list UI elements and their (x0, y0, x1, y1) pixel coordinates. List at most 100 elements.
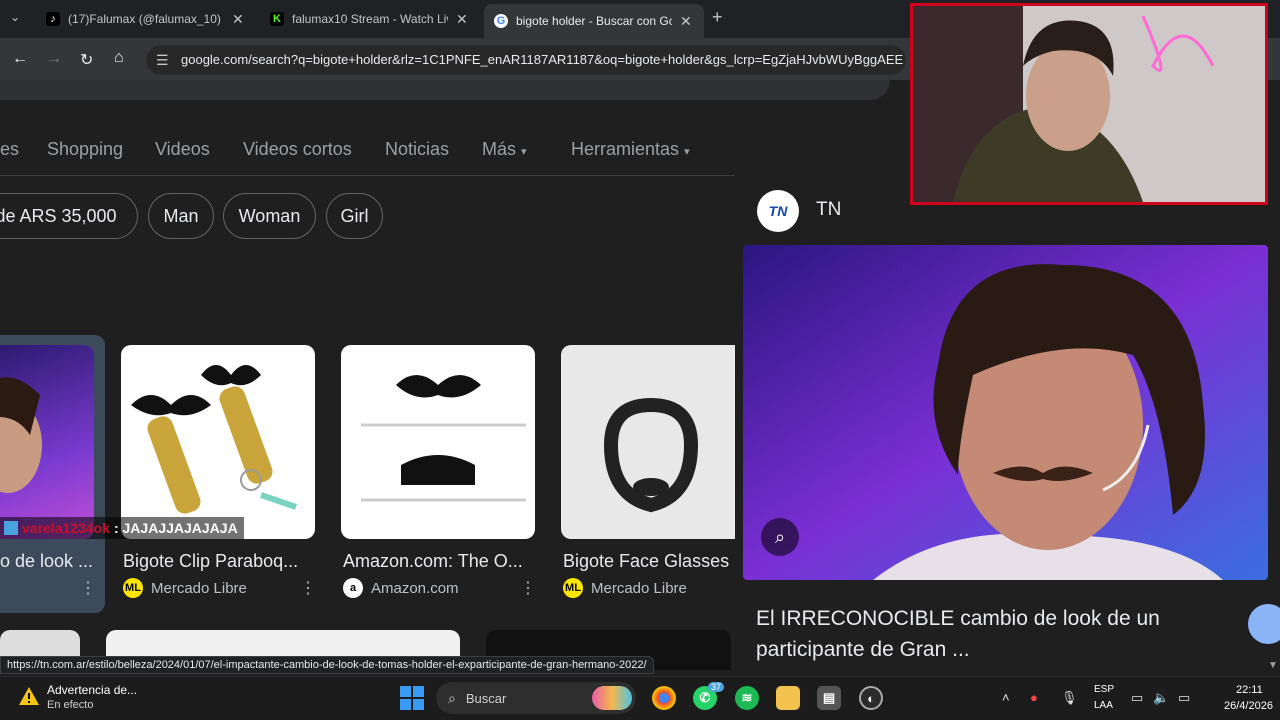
network-icon[interactable]: ▭ (1131, 690, 1143, 706)
tools-label: Herramientas (571, 139, 680, 159)
spotify-icon[interactable]: ≋ (735, 686, 759, 710)
preview-title[interactable]: El IRRECONOCIBLE cambio de look de un pa… (756, 603, 1236, 665)
warning-icon[interactable] (18, 686, 40, 706)
home-icon[interactable]: ⌂ (114, 49, 124, 67)
person-thumbnail (0, 377, 42, 493)
tab-images[interactable]: es (0, 139, 19, 160)
tab-title: bigote holder - Buscar con Goo (516, 14, 672, 28)
chrome-icon[interactable] (652, 686, 676, 710)
tools-button[interactable]: Herramientas ▾ (571, 139, 690, 160)
result-image-1[interactable] (0, 345, 94, 539)
chat-user: varela1234ok (22, 520, 110, 536)
tab-more[interactable]: Más ▾ (482, 139, 527, 160)
tab-shopping[interactable]: Shopping (47, 139, 123, 160)
tab-title: (17)Falumax (@falumax_10) | Ti (68, 12, 224, 26)
caret-down-icon: ▾ (684, 146, 690, 158)
chip-girl[interactable]: Girl (326, 193, 383, 239)
tab-news[interactable]: Noticias (385, 139, 449, 160)
kick-icon: K (270, 12, 284, 26)
tab-search-icon[interactable]: ⌄ (10, 10, 20, 24)
streamer-webcam (910, 3, 1268, 205)
new-tab-button[interactable]: + (712, 7, 723, 28)
whatsapp-badge: 37 (708, 682, 725, 692)
result-image-4[interactable] (561, 345, 735, 539)
keyboard-layout[interactable]: LAA (1094, 700, 1113, 711)
tab-google-active[interactable]: G bigote holder - Buscar con Goo ✕ (484, 4, 704, 38)
search-icon: ⌕ (448, 689, 456, 706)
tab-videos[interactable]: Videos (155, 139, 210, 160)
reload-icon[interactable]: ↻ (80, 50, 93, 70)
mustache-clip-image (131, 365, 297, 514)
volume-icon[interactable]: 🔈 (1153, 690, 1169, 706)
forward-icon[interactable]: → (46, 50, 62, 68)
file-explorer-icon[interactable] (776, 686, 800, 710)
webcam-image (913, 6, 1265, 202)
microphone-icon[interactable]: 🎙 (1061, 690, 1078, 706)
source-label: Mercado Libre (591, 579, 687, 597)
windows-taskbar (0, 676, 1280, 720)
result-title[interactable]: Bigote Face Glasses (563, 551, 735, 572)
taskbar-search[interactable]: ⌕ Buscar (436, 682, 636, 714)
tab-more-label: Más (482, 139, 517, 159)
mercadolibre-icon: ML (563, 578, 583, 598)
close-icon[interactable]: ✕ (456, 11, 468, 28)
battery-icon[interactable]: ▭ (1178, 690, 1190, 706)
more-options-icon[interactable]: ⋮ (300, 578, 316, 598)
stream-chat-message: varela1234ok : JAJAJJAJAJAJA (0, 517, 244, 539)
tab-short-videos[interactable]: Videos cortos (243, 139, 352, 160)
source-name[interactable]: TN (816, 199, 841, 221)
site-info-icon[interactable]: ☰ (156, 52, 169, 69)
person-photo (743, 245, 1268, 580)
obs-icon[interactable]: ◐ (859, 686, 883, 710)
tiktok-icon: ♪ (46, 12, 60, 26)
result-source[interactable]: ML Mercado Libre (123, 578, 247, 598)
search-highlight-icon (592, 686, 632, 710)
chevron-up-icon[interactable]: ˄ (1002, 690, 1010, 705)
source-label: Amazon.com (371, 579, 459, 597)
security-icon[interactable]: ● (1030, 690, 1038, 705)
chat-text: : JAJAJJAJAJAJA (113, 520, 238, 536)
gta-icon[interactable]: ▤ (817, 686, 841, 710)
clock-time[interactable]: 22:11 (1236, 684, 1263, 696)
tab-kick[interactable]: K falumax10 Stream - Watch Live ✕ (260, 4, 468, 34)
scroll-down-icon[interactable]: ▼ (1268, 660, 1278, 671)
result-source[interactable]: a Amazon.com (343, 578, 459, 598)
weather-alert-title[interactable]: Advertencia de... (47, 683, 137, 697)
search-box[interactable] (0, 80, 890, 100)
caret-down-icon: ▾ (521, 146, 527, 158)
result-image-3[interactable] (341, 345, 535, 539)
result-title[interactable]: Bigote Clip Paraboq... (123, 551, 317, 572)
nav-divider (0, 175, 735, 176)
source-label: Mercado Libre (151, 579, 247, 597)
result-source[interactable]: ML Mercado Libre (563, 578, 687, 598)
status-url: https://tn.com.ar/estilo/belleza/2024/01… (0, 656, 654, 674)
close-icon[interactable]: ✕ (680, 13, 692, 30)
kick-badge-icon (4, 521, 18, 535)
mustache-holder-image (361, 375, 526, 502)
amazon-icon: a (343, 578, 363, 598)
result-image-2[interactable] (121, 345, 315, 539)
visit-button[interactable] (1248, 604, 1280, 644)
language-code[interactable]: ESP (1094, 684, 1114, 695)
more-options-icon[interactable]: ⋮ (520, 578, 536, 598)
mustache-glasses-image (603, 397, 699, 513)
tn-logo-icon[interactable]: TN (757, 190, 799, 232)
tab-tiktok[interactable]: ♪ (17)Falumax (@falumax_10) | Ti ✕ (36, 4, 244, 34)
close-icon[interactable]: ✕ (232, 11, 244, 28)
weather-alert-status[interactable]: En efecto (47, 699, 93, 711)
lens-search-icon[interactable]: ⌕ (761, 518, 799, 556)
search-label: Buscar (465, 690, 507, 706)
url-text[interactable]: google.com/search?q=bigote+holder&rlz=1C… (181, 52, 905, 67)
chip-price[interactable]: de ARS 35,000 (0, 193, 138, 239)
tab-title: falumax10 Stream - Watch Live (292, 12, 448, 26)
windows-start-icon[interactable] (400, 686, 424, 710)
more-options-icon[interactable]: ⋮ (80, 578, 96, 598)
mercadolibre-icon: ML (123, 578, 143, 598)
result-title[interactable]: Amazon.com: The O... (343, 551, 537, 572)
back-icon[interactable]: ← (12, 50, 28, 68)
chip-woman[interactable]: Woman (223, 193, 316, 239)
clock-date[interactable]: 26/4/2026 (1224, 700, 1273, 712)
chip-man[interactable]: Man (148, 193, 214, 239)
result-title[interactable]: o de look ... (0, 551, 100, 572)
preview-image[interactable] (743, 245, 1268, 580)
